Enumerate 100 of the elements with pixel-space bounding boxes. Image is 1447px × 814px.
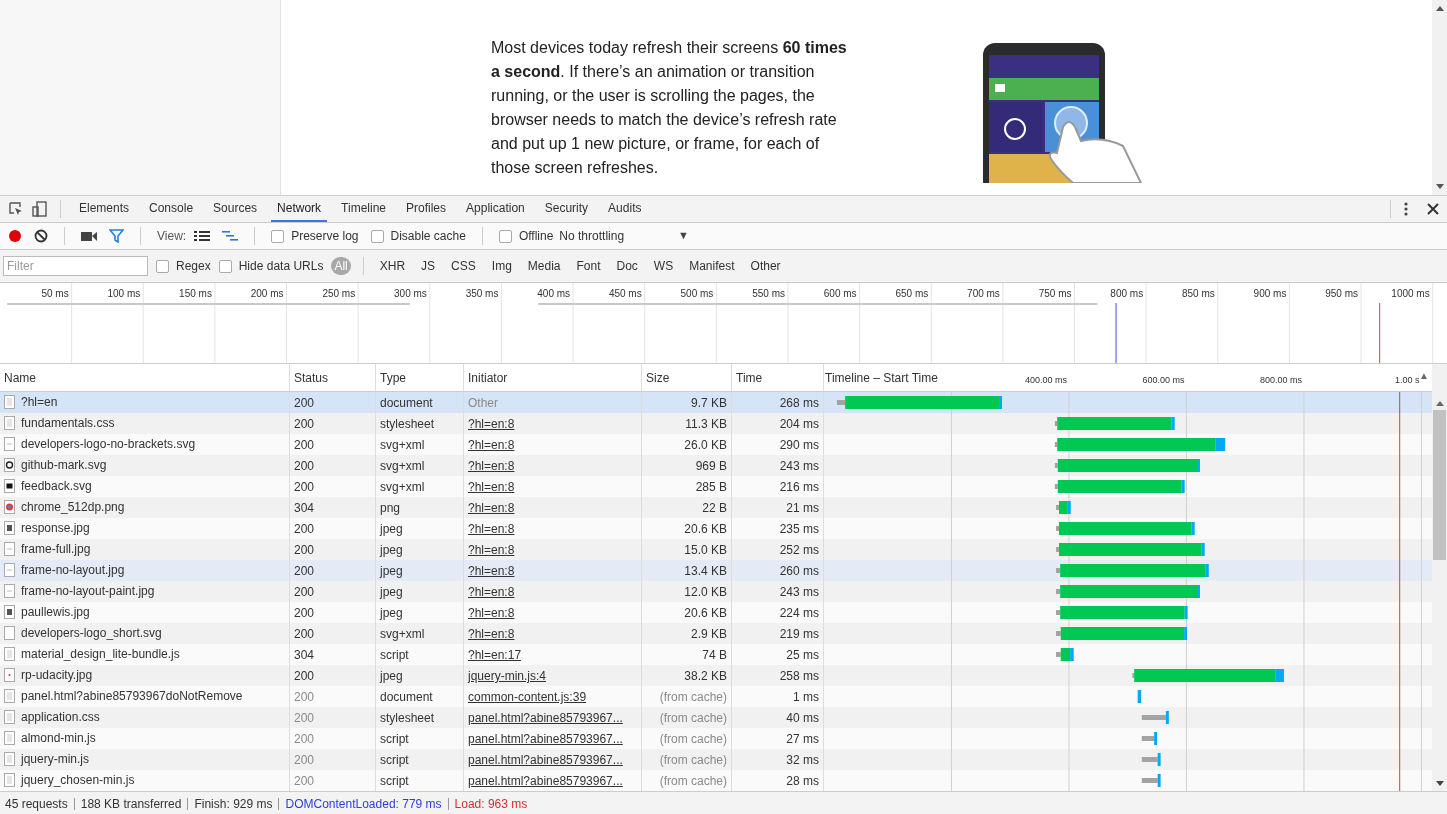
request-row[interactable]: frame-no-layout-paint.jpg 200 jpeg ?hl=en:8 12.0 KB 243 ms — [0, 581, 824, 602]
panel-tab[interactable]: Profiles — [400, 196, 453, 222]
request-row[interactable]: frame-no-layout.jpg 200 jpeg ?hl=en:8 13.4 KB 260 ms — [0, 560, 824, 581]
filter-icon[interactable] — [109, 229, 124, 243]
type-filter[interactable]: Media — [523, 257, 565, 275]
initiator-link[interactable]: panel.html?abine85793967... — [468, 711, 623, 725]
close-icon[interactable] — [1427, 203, 1439, 215]
request-row[interactable]: chrome_512dp.png 304 png ?hl=en:8 22 B 21 ms — [0, 497, 824, 518]
file-icon — [4, 626, 15, 640]
column-header[interactable]: Status — [290, 364, 376, 391]
axis-tick-label: 750 ms — [1038, 288, 1072, 299]
sort-arrow-icon[interactable]: ▲ — [1419, 370, 1429, 381]
type-filter[interactable]: WS — [649, 257, 678, 275]
initiator-link[interactable]: ?hl=en:17 — [468, 648, 522, 662]
checkbox[interactable]: Disable cache — [370, 229, 466, 243]
panel-tab[interactable]: Audits — [602, 196, 648, 222]
scroll-up-icon[interactable] — [1435, 400, 1444, 406]
checkbox[interactable]: Regex — [156, 259, 211, 273]
checkbox[interactable]: Preserve log — [271, 229, 359, 243]
initiator-link[interactable]: ?hl=en:8 — [468, 564, 515, 578]
type-filter[interactable]: XHR — [375, 257, 410, 275]
device-toolbar-icon[interactable] — [32, 201, 48, 217]
initiator-link[interactable]: panel.html?abine85793967... — [468, 774, 623, 788]
initiator-link[interactable]: ?hl=en:8 — [468, 522, 515, 536]
checkbox[interactable]: Offline — [498, 229, 554, 243]
request-row[interactable]: almond-min.js 200 script panel.html?abine85793967... (from cache) 27 ms — [0, 728, 824, 749]
status-text: Load: 963 ms — [454, 796, 528, 811]
table-scrollbar[interactable] — [1432, 364, 1447, 791]
page-scrollbar[interactable] — [1432, 0, 1447, 195]
initiator-link[interactable]: ?hl=en:8 — [468, 417, 515, 431]
initiator-link[interactable]: ?hl=en:8 — [468, 480, 515, 494]
camera-icon[interactable] — [81, 230, 97, 242]
panel-tab[interactable]: Sources — [207, 196, 264, 222]
request-row[interactable]: material_design_lite-bundle.js 304 script ?hl=en:17 74 B 25 ms — [0, 644, 824, 665]
request-row[interactable]: application.css 200 stylesheet panel.html?abine85793967... (from cache) 40 ms — [0, 707, 824, 728]
type-filter[interactable]: CSS — [447, 257, 480, 275]
axis-tick-label: 500 ms — [680, 288, 714, 299]
type-filter[interactable]: Doc — [612, 257, 642, 275]
type-filter[interactable]: Manifest — [685, 257, 739, 275]
request-row[interactable]: fundamentals.css 200 stylesheet ?hl=en:8 11.3 KB 204 ms — [0, 413, 824, 434]
inspect-icon[interactable] — [8, 201, 24, 217]
file-name: ?hl=en — [21, 395, 58, 411]
initiator-link[interactable]: jquery-min.js:4 — [468, 669, 547, 683]
scrollbar-thumb[interactable] — [1433, 410, 1446, 560]
request-row[interactable]: response.jpg 200 jpeg ?hl=en:8 20.6 KB 235 ms — [0, 518, 824, 539]
request-row[interactable]: panel.html?abine85793967doNotRemove 200 document common-content.js:39 (from cache) 1 ms — [0, 686, 824, 707]
request-row[interactable]: feedback.svg 200 svg+xml ?hl=en:8 285 B 216 ms — [0, 476, 824, 497]
initiator-link[interactable]: common-content.js:39 — [468, 690, 587, 704]
column-header[interactable]: Name — [0, 364, 290, 391]
panel-tab[interactable]: Application — [460, 196, 531, 222]
scroll-down-icon[interactable] — [1435, 781, 1444, 787]
file-name: developers-logo_short.svg — [21, 626, 162, 642]
file-name: paullewis.jpg — [21, 605, 90, 621]
request-row[interactable]: rp-udacity.jpg 200 jpeg jquery-min.js:4 38.2 KB 258 ms — [0, 665, 824, 686]
checkbox[interactable]: Hide data URLs — [218, 259, 324, 273]
initiator-link[interactable]: ?hl=en:8 — [468, 585, 515, 599]
panel-tab[interactable]: Security — [538, 196, 595, 222]
initiator-link[interactable]: ?hl=en:8 — [468, 627, 515, 641]
initiator-link[interactable]: ?hl=en:8 — [468, 501, 515, 515]
request-row[interactable]: developers-logo_short.svg 200 svg+xml ?hl=en:8 2.9 KB 219 ms — [0, 623, 824, 644]
type-filter[interactable]: Img — [487, 257, 516, 275]
scroll-down-icon[interactable] — [1435, 184, 1444, 190]
initiator-link[interactable]: ?hl=en:8 — [468, 438, 515, 452]
size-value: (from cache) — [642, 770, 732, 791]
scroll-up-icon[interactable] — [1435, 5, 1444, 11]
request-row[interactable]: jquery-min.js 200 script panel.html?abine85793967... (from cache) 32 ms — [0, 749, 824, 770]
file-name: frame-no-layout.jpg — [21, 563, 125, 579]
initiator-link[interactable]: panel.html?abine85793967... — [468, 753, 623, 767]
type-filter[interactable]: Other — [746, 257, 785, 275]
request-row[interactable]: github-mark.svg 200 svg+xml ?hl=en:8 969 B 243 ms — [0, 455, 824, 476]
initiator-link[interactable]: ?hl=en:8 — [468, 459, 515, 473]
waterfall-view-icon[interactable] — [222, 230, 239, 242]
initiator-link[interactable]: panel.html?abine85793967... — [468, 732, 623, 746]
panel-tab[interactable]: Console — [143, 196, 200, 222]
file-icon — [4, 458, 15, 472]
panel-tab[interactable]: Timeline — [335, 196, 392, 222]
request-row[interactable]: jquery_chosen-min.js 200 script panel.html?abine85793967... (from cache) 28 ms — [0, 770, 824, 791]
more-icon[interactable] — [1403, 201, 1409, 217]
throttling-dropdown[interactable]: No throttling ▼ — [559, 229, 689, 243]
file-name: response.jpg — [21, 521, 90, 537]
file-icon — [4, 563, 15, 577]
clear-icon[interactable] — [34, 229, 48, 243]
type-filter[interactable]: JS — [417, 257, 440, 275]
record-icon[interactable] — [8, 229, 22, 243]
file-name: application.css — [21, 710, 100, 726]
type-filter[interactable]: Font — [572, 257, 605, 275]
column-header[interactable]: Size — [642, 364, 732, 391]
column-header[interactable]: Timeline – Start Time — [825, 371, 938, 385]
file-name: chrome_512dp.png — [21, 500, 125, 516]
request-row[interactable]: frame-full.jpg 200 jpeg ?hl=en:8 15.0 KB 252 ms — [0, 539, 824, 560]
filter-field[interactable]: Filter — [3, 256, 148, 276]
initiator-link[interactable]: ?hl=en:8 — [468, 606, 515, 620]
column-header[interactable]: Initiator — [464, 364, 642, 391]
panel-tab[interactable]: Elements — [73, 196, 136, 222]
list-view-icon[interactable] — [194, 230, 211, 242]
request-row[interactable]: developers-logo-no-brackets.svg 200 svg+xml ?hl=en:8 26.0 KB 290 ms — [0, 434, 824, 455]
column-header[interactable]: Type — [376, 364, 464, 391]
request-row[interactable]: ?hl=en 200 document Other 9.7 KB 268 ms — [0, 392, 824, 413]
initiator-link[interactable]: ?hl=en:8 — [468, 543, 515, 557]
request-row[interactable]: paullewis.jpg 200 jpeg ?hl=en:8 20.6 KB 224 ms — [0, 602, 824, 623]
